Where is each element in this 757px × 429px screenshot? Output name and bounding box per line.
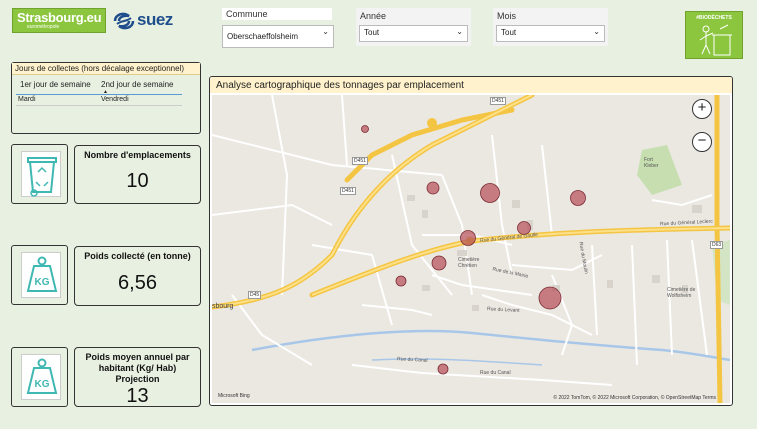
kpi-value: 6,56 [118,272,157,294]
bin-icon [27,157,57,197]
location-bubble[interactable] [538,286,562,310]
map-place-label: Cimetière de Wolfisheim [667,287,696,299]
commune-label: Commune [222,8,332,20]
tonnage-map-card: Analyse cartographique des tonnages par … [209,76,733,406]
map-canvas[interactable]: D451 D451 D451 D45 D63 sbourg Fort Klebe… [212,95,730,403]
strasbourg-logo-subtext: eurométropole [27,24,60,30]
location-bubble[interactable] [480,183,500,203]
weight-icon-tile: KG [21,354,61,400]
road-label: D451 [340,187,356,195]
roundabout [427,118,437,128]
collection-days-table: Jours de collectes (hors décalage except… [11,62,201,134]
collection-table-title: Jours de collectes (hors décalage except… [12,63,200,75]
map-attribution[interactable]: © 2022 TomTom, © 2022 Microsoft Corporat… [553,395,716,401]
road-label: D451 [352,157,368,165]
bin-icon-box [11,144,68,204]
commune-value: Oberschaeffolsheim [227,32,298,41]
kpi-value: 10 [126,170,149,192]
zoom-in-button[interactable]: + [692,99,712,119]
weight-icon: KG [26,256,58,292]
annee-label: Année [360,11,387,21]
map-basemap [212,95,730,403]
map-place-label: Cimetière Chrétien [458,257,480,269]
bing-logo: Microsoft Bing [218,393,250,399]
map-title: Analyse cartographique des tonnages par … [210,77,732,93]
kpi-title: Nombre d'emplacements [84,150,191,160]
suez-swirl-icon [113,12,135,30]
kpi-poids-collecte: Poids collecté (en tonne) 6,56 [74,246,201,306]
table-cell-second-day: Vendredi [101,96,129,103]
road-label: D63 [710,241,724,249]
kpi-poids-moyen: Poids moyen annuel par habitant (Kg/ Hab… [74,347,201,407]
mois-slicer: Mois Tout ⌄ [493,8,608,46]
location-bubble[interactable] [570,190,586,206]
map-place-label: Fort Kleber [644,157,659,169]
mois-label: Mois [497,11,517,21]
weight-icon-box: KG [11,347,68,407]
compost-bin-icon [699,24,732,56]
chevron-down-icon: ⌄ [322,27,329,36]
bin-icon-tile [21,151,61,197]
kpi-emplacements: Nombre d'emplacements 10 [74,145,201,204]
strasbourg-logo: Strasbourg.eu eurométropole [12,8,106,33]
annee-value: Tout [364,28,380,37]
location-bubble[interactable] [437,363,449,375]
location-bubble[interactable] [426,181,440,195]
suez-logo-text: suez [137,10,173,29]
location-bubble[interactable] [431,255,447,271]
annee-dropdown[interactable]: Tout ⌄ [359,25,468,42]
svg-text:KG: KG [35,277,50,288]
table-cell-first-day: Mardi [18,96,36,103]
weight-icon: KG [26,358,58,394]
suez-logo: suez [112,10,174,32]
table-header: 1er jour de semaine 2nd jour de semaine [16,78,182,95]
location-bubble[interactable] [395,275,407,287]
commune-dropdown[interactable]: Oberschaeffolsheim ⌄ [222,25,334,48]
table-row: Mardi Vendredi [16,96,182,106]
zoom-out-button[interactable]: − [692,132,712,152]
road-label: D451 [490,97,506,105]
svg-text:KG: KG [35,379,50,390]
weight-icon-box: KG [11,245,68,305]
map-street-label: Rue du Canal [480,370,511,376]
sort-ascending-icon[interactable]: ▲ [103,89,108,95]
column-header-second-day[interactable]: 2nd jour de semaine [101,80,174,89]
kpi-value: 13 [126,385,149,407]
kpi-title: Poids collecté (en tonne) [84,251,191,261]
weight-icon-tile: KG [21,252,61,298]
mois-dropdown[interactable]: Tout ⌄ [496,25,605,42]
location-bubble[interactable] [460,230,476,246]
column-header-first-day[interactable]: 1er jour de semaine [20,80,91,89]
strasbourg-logo-text: Strasbourg.eu [17,10,102,25]
kpi-title: Poids moyen annuel par habitant (Kg/ Hab… [85,352,190,384]
commune-slicer: Commune Oberschaeffolsheim ⌄ [222,8,334,48]
annee-slicer: Année Tout ⌄ [356,8,471,46]
location-bubble[interactable] [361,125,369,133]
map-place-label: sbourg [212,303,234,310]
chevron-down-icon: ⌄ [456,27,463,36]
biodechets-badge: #BIODÉCHETS [685,11,743,59]
mois-value: Tout [501,28,517,37]
chevron-down-icon: ⌄ [593,27,600,36]
road-label: D45 [248,291,262,299]
